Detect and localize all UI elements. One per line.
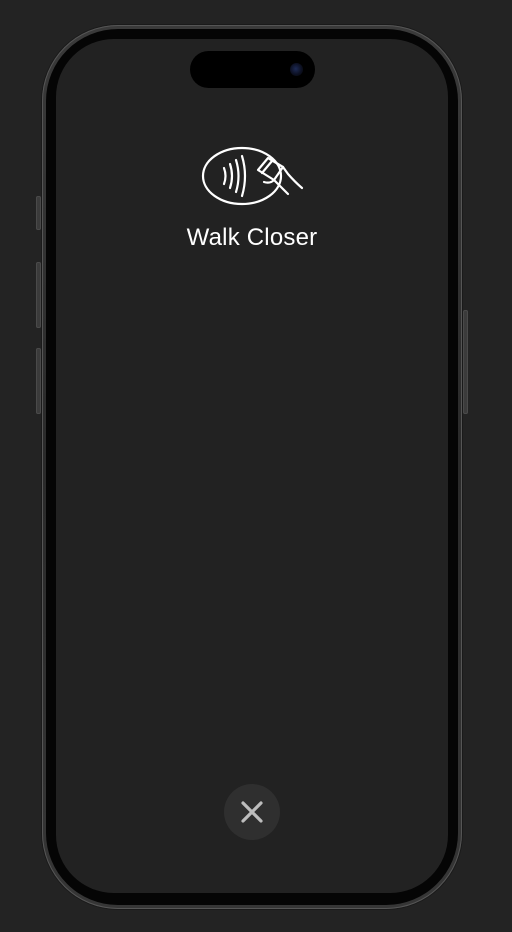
front-camera-icon: [290, 63, 303, 76]
action-button: [36, 196, 41, 230]
contactless-card-tap-icon: [201, 146, 304, 206]
volume-up-button: [36, 262, 41, 328]
volume-down-button: [36, 348, 41, 414]
app-stage: Walk Closer: [0, 0, 512, 932]
dynamic-island: [190, 51, 315, 88]
status-message: Walk Closer: [186, 224, 318, 251]
cancel-button[interactable]: [224, 784, 280, 840]
power-button: [463, 310, 468, 414]
tap-to-pay-panel: Walk Closer: [56, 140, 448, 252]
close-icon: [241, 801, 263, 823]
